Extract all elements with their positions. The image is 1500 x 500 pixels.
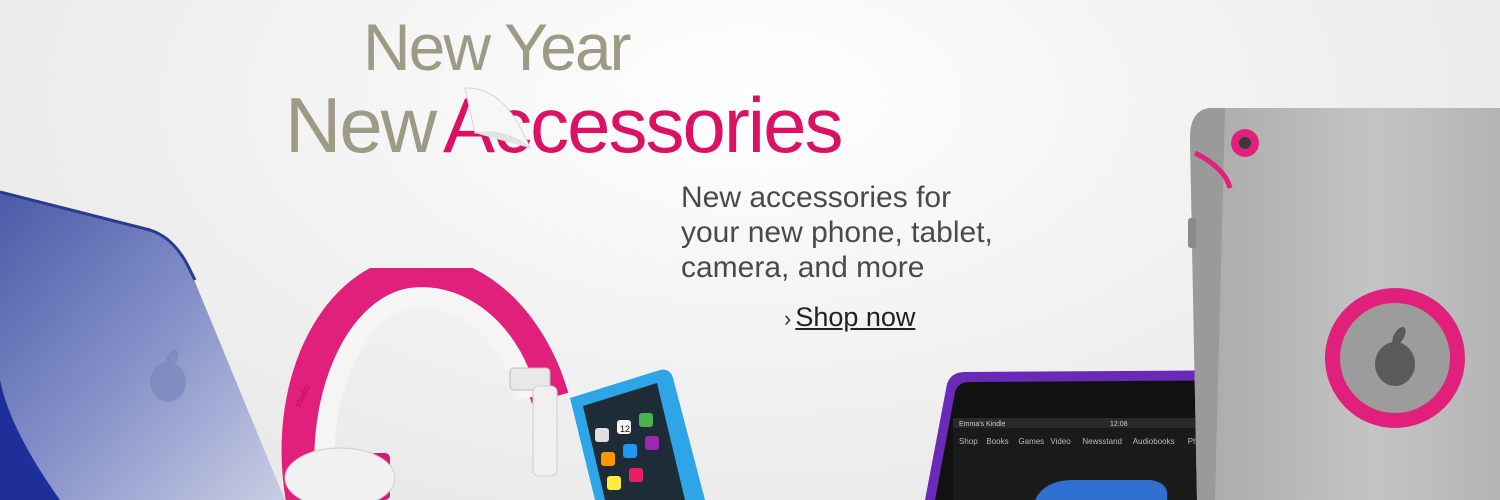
- kindle-nav-item: Newsstand: [1082, 437, 1122, 446]
- subtitle-line-2: your new phone, tablet,: [681, 216, 993, 249]
- kindle-nav-item: Games: [1018, 437, 1044, 446]
- subtitle-line-3: camera, and more: [681, 251, 925, 284]
- headline-line-2: New Accessories: [285, 86, 844, 164]
- subtitle: New accessories for your new phone, tabl…: [681, 180, 993, 285]
- ipad-case-image: [1188, 108, 1500, 500]
- promo-banner[interactable]: studio 12 Emma's Kindle 12:08 Shop Books G…: [0, 0, 1500, 500]
- kindle-device-name: Emma's Kindle: [959, 421, 1006, 428]
- kindle-nav-item: Books: [986, 437, 1008, 446]
- laptop-case-image: [0, 190, 285, 500]
- kindle-nav-item: Shop: [959, 437, 978, 446]
- kindle-nav-item: Video: [1050, 437, 1071, 446]
- headline-word-new: New: [285, 81, 437, 169]
- shop-now-label: Shop now: [795, 302, 916, 332]
- ipod-calendar-day: 12: [620, 424, 630, 434]
- page-peel-decoration: [464, 87, 532, 150]
- kindle-clock: 12:08: [1110, 421, 1128, 428]
- shop-now-link[interactable]: › Shop now: [784, 302, 915, 333]
- headphones-image: studio: [281, 268, 569, 500]
- headline-line-1: New Year: [363, 10, 632, 84]
- kindle-nav-item: Audiobooks: [1133, 437, 1175, 446]
- chevron-right-icon: ›: [784, 306, 792, 331]
- ipod-image: 12: [570, 369, 705, 500]
- subtitle-line-1: New accessories for: [681, 181, 952, 214]
